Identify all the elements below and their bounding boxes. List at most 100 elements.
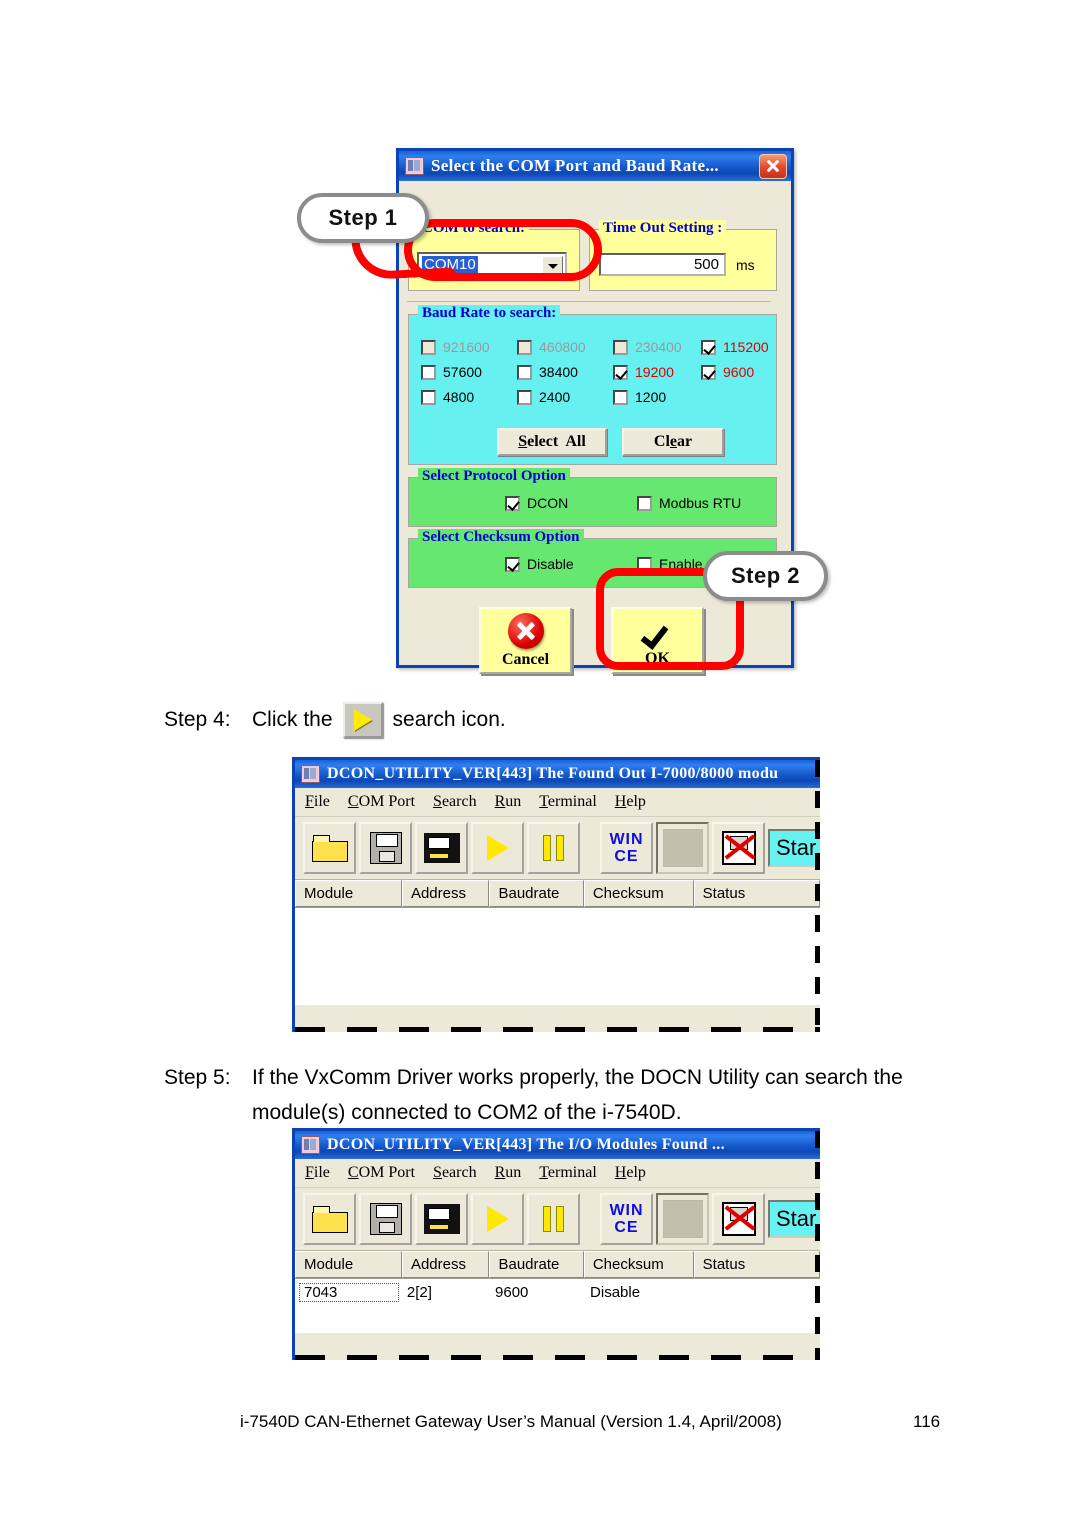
checkbox-icon[interactable] [613,340,628,355]
baud-checkbox-19200[interactable]: 19200 [613,364,674,380]
baud-checkbox-1200[interactable]: 1200 [613,389,666,405]
pause-icon[interactable] [527,822,580,874]
menu-item-help[interactable]: Help [615,793,646,811]
menu-item-search[interactable]: Search [433,1164,477,1182]
dcon1-menu-bar: File COM Port Search Run Terminal Help [295,788,820,817]
baud-checkbox-38400[interactable]: 38400 [517,364,578,380]
cancel-button[interactable]: Cancel [479,607,572,674]
dcon2-title-bar: DCON_UTILITY_VER[443] The I/O Modules Fo… [295,1131,820,1159]
folder-open-icon[interactable] [303,822,356,874]
select-all-button[interactable]: Select All [497,428,607,456]
play-search-icon[interactable] [471,822,524,874]
crop-edge-right [815,760,820,1032]
baud-label: 2400 [539,389,571,405]
folder-open-icon[interactable] [303,1193,356,1245]
checkbox-icon[interactable] [421,340,436,355]
blank-icon[interactable] [656,822,709,874]
baud-checkbox-115200[interactable]: 115200 [701,339,769,355]
menu-item-terminal[interactable]: Terminal [539,793,597,811]
checkbox-icon[interactable] [613,365,628,380]
menu-item-search[interactable]: Search [433,793,477,811]
checkbox-icon[interactable] [421,390,436,405]
column-header-checksum[interactable]: Checksum [583,880,694,907]
close-icon[interactable] [759,153,787,179]
column-header-address[interactable]: Address [401,880,490,907]
menu-item-run[interactable]: Run [495,793,522,811]
menu-item-help[interactable]: Help [615,1164,646,1182]
disconnect-plug-icon[interactable] [712,822,765,874]
protocol-label: DCON [527,495,569,511]
save-disk-icon[interactable] [359,822,412,874]
table-row[interactable]: 7043 2[2] 9600 Disable [295,1279,820,1306]
dcon1-module-list: Module Address Baudrate Checksum Status [295,880,820,1005]
checksum-radio-disable[interactable]: Disable [505,556,574,572]
cancel-label: Cancel [501,650,550,668]
baud-checkbox-2400[interactable]: 2400 [517,389,570,405]
menu-item-file[interactable]: File [305,793,330,811]
cancel-x-icon [507,612,544,649]
protocol-label: Modbus RTU [659,495,742,511]
baud-checkbox-9600[interactable]: 9600 [701,364,754,380]
clear-button[interactable]: Clear [622,428,724,456]
printer-icon[interactable] [415,1193,468,1245]
column-header-module[interactable]: Module [295,880,402,907]
timeout-input[interactable]: 500 [599,253,726,276]
menu-item-com-port[interactable]: COM Port [348,793,415,811]
disconnect-plug-icon[interactable] [712,1193,765,1245]
checkbox-icon[interactable] [517,390,532,405]
time-out-setting-group: Time Out Setting : 500 ms [589,220,777,291]
baud-checkbox-230400[interactable]: 230400 [613,339,682,355]
baud-checkbox-4800[interactable]: 4800 [421,389,474,405]
checkbox-icon[interactable] [421,365,436,380]
book-icon [405,157,424,175]
crop-edge-right [815,1131,820,1360]
play-search-icon[interactable] [471,1193,524,1245]
baud-checkbox-921600[interactable]: 921600 [421,339,490,355]
menu-item-com-port[interactable]: COM Port [348,1164,415,1182]
checkbox-icon[interactable] [517,365,532,380]
menu-item-terminal[interactable]: Terminal [539,1164,597,1182]
checkbox-icon[interactable] [637,496,652,511]
checkbox-icon[interactable] [517,340,532,355]
baud-label: 230400 [635,339,682,355]
dcon2-list-header: Module Address Baudrate Checksum Status [295,1251,820,1279]
protocol-radio-modbus-rtu[interactable]: Modbus RTU [637,495,741,511]
column-header-checksum[interactable]: Checksum [583,1251,694,1278]
save-disk-icon[interactable] [359,1193,412,1245]
column-header-module[interactable]: Module [295,1251,402,1278]
column-header-baudrate[interactable]: Baudrate [489,880,584,907]
menu-item-file[interactable]: File [305,1164,330,1182]
column-header-status[interactable]: Status [693,1251,820,1278]
callout-step-2: Step 2 [703,551,828,601]
checkbox-icon[interactable] [505,496,520,511]
column-header-baudrate[interactable]: Baudrate [489,1251,584,1278]
baud-label: 38400 [539,364,578,380]
blank-icon[interactable] [656,1193,709,1245]
step-5-text: If the VxComm Driver works properly, the… [252,1066,903,1124]
baud-rate-to-search-group: Baud Rate to search: 921600 460800 23040… [408,305,777,465]
checksum-label: Disable [527,556,574,572]
baud-checkbox-460800[interactable]: 460800 [517,339,586,355]
wince-icon[interactable]: WIN CE [600,1193,653,1245]
menu-item-run[interactable]: Run [495,1164,522,1182]
checkbox-icon[interactable] [613,390,628,405]
printer-icon[interactable] [415,822,468,874]
column-header-address[interactable]: Address [401,1251,490,1278]
pause-icon[interactable] [527,1193,580,1245]
checkbox-icon[interactable] [701,340,716,355]
baud-label: 4800 [443,389,475,405]
start-status-box: Star [768,1200,820,1238]
dcon2-menu-bar: File COM Port Search Run Terminal Help [295,1159,820,1188]
protocol-radio-dcon[interactable]: DCON [505,495,568,511]
baud-label: 19200 [635,364,674,380]
timeout-unit-label: ms [736,257,755,273]
column-header-status[interactable]: Status [693,880,820,907]
step-4-label: Step 4: [164,708,231,731]
dcon1-title: DCON_UTILITY_VER[443] The Found Out I-70… [327,765,779,782]
baud-checkbox-57600[interactable]: 57600 [421,364,482,380]
cell-checksum: Disable [590,1284,641,1301]
checkbox-icon[interactable] [701,365,716,380]
checkbox-icon[interactable] [505,557,520,572]
wince-icon[interactable]: WIN CE [600,822,653,874]
dcon2-toolbar: WIN CE Star [295,1188,820,1251]
